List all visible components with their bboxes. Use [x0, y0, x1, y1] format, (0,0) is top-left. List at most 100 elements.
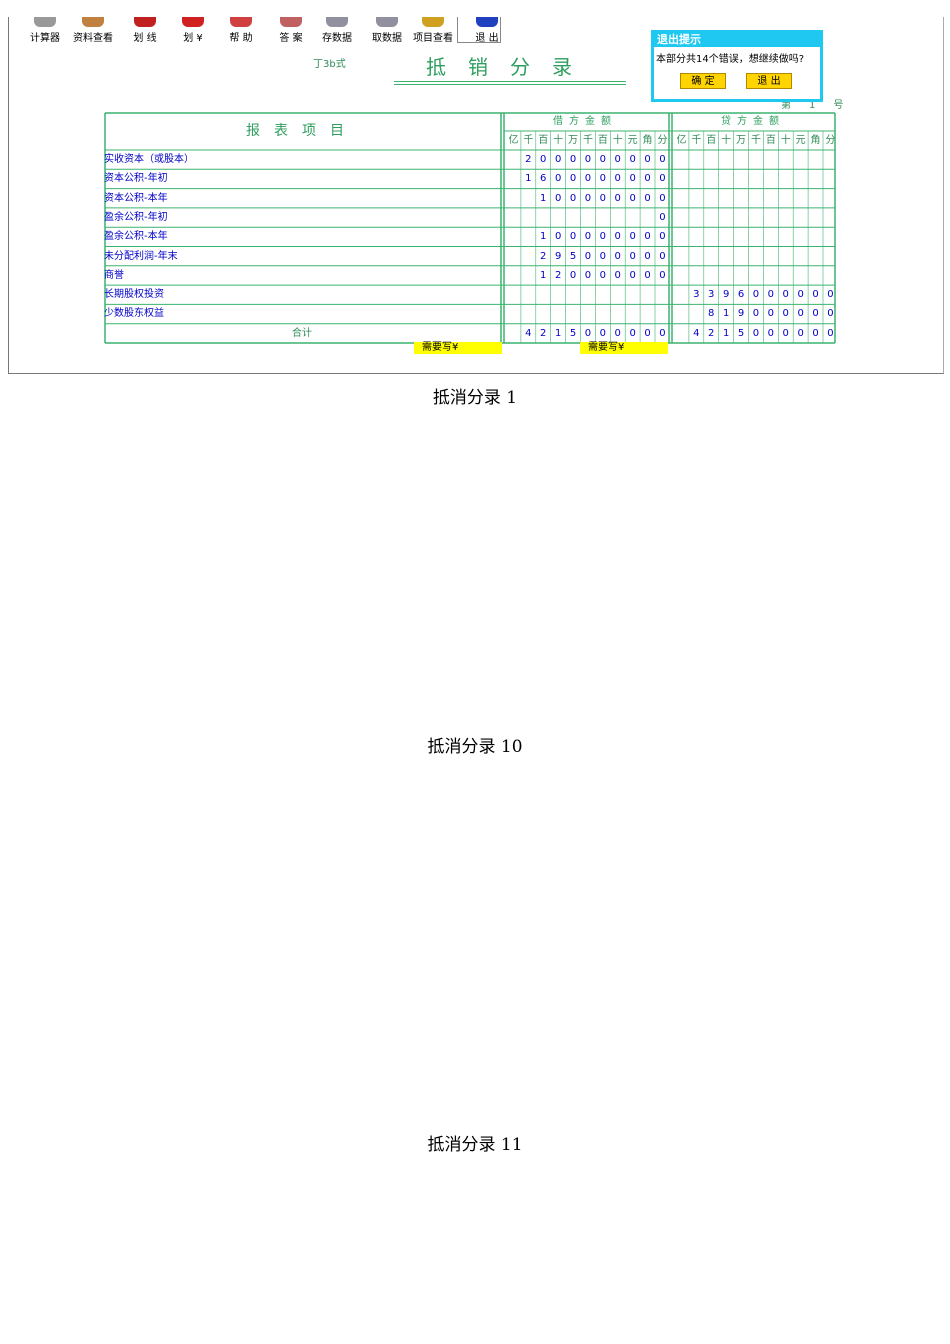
total-debit-digit[interactable]: 2 [536, 325, 551, 342]
total-credit-digit[interactable]: 0 [793, 325, 808, 342]
total-credit-digit[interactable]: 0 [808, 325, 823, 342]
credit-digit-cell[interactable]: 0 [823, 286, 838, 303]
debit-digit-cell[interactable]: 0 [566, 170, 581, 187]
toolbar-project-view-button[interactable]: 项目查看 [409, 17, 457, 47]
debit-digit-cell[interactable]: 2 [551, 267, 566, 284]
debit-digit-cell[interactable]: 0 [625, 228, 640, 245]
credit-digit-cell[interactable]: 0 [823, 305, 838, 322]
toolbar-save-computer-button[interactable]: 存数据 [313, 17, 361, 47]
debit-digit-cell[interactable]: 0 [581, 228, 596, 245]
debit-digit-cell[interactable]: 0 [566, 190, 581, 207]
exit-button[interactable]: 退 出 [746, 73, 792, 89]
debit-digit-cell[interactable]: 0 [581, 248, 596, 265]
toolbar-load-computer-button[interactable]: 取数据 [363, 17, 411, 47]
debit-digit-cell[interactable]: 0 [640, 151, 655, 168]
debit-digit-cell[interactable]: 1 [536, 190, 551, 207]
total-credit-digit[interactable]: 4 [689, 325, 704, 342]
debit-digit-cell[interactable]: 0 [595, 248, 610, 265]
debit-digit-cell[interactable]: 0 [551, 190, 566, 207]
toolbar-calculator-button[interactable]: 计算器 [21, 17, 69, 47]
credit-digit-cell[interactable]: 0 [749, 286, 764, 303]
debit-digit-cell[interactable]: 0 [625, 190, 640, 207]
toolbar-pen-line-button[interactable]: 划 线 [121, 17, 169, 47]
debit-digit-cell[interactable]: 0 [566, 267, 581, 284]
debit-digit-cell[interactable]: 1 [521, 170, 536, 187]
total-credit-digit[interactable]: 0 [823, 325, 838, 342]
debit-digit-cell[interactable]: 0 [655, 151, 670, 168]
debit-digit-cell[interactable]: 0 [625, 267, 640, 284]
debit-digit-cell[interactable]: 0 [595, 228, 610, 245]
debit-digit-cell[interactable]: 0 [566, 228, 581, 245]
debit-digit-cell[interactable]: 0 [655, 170, 670, 187]
debit-digit-cell[interactable]: 0 [640, 170, 655, 187]
debit-digit-cell[interactable]: 0 [655, 228, 670, 245]
debit-digit-cell[interactable]: 2 [536, 248, 551, 265]
toolbar-answer-book-button[interactable]: 答 案 [267, 17, 315, 47]
total-debit-digit[interactable]: 0 [595, 325, 610, 342]
debit-digit-cell[interactable]: 0 [640, 248, 655, 265]
debit-digit-cell[interactable]: 0 [581, 190, 596, 207]
total-credit-digit[interactable]: 1 [719, 325, 734, 342]
total-credit-digit[interactable]: 0 [778, 325, 793, 342]
total-credit-digit[interactable]: 5 [734, 325, 749, 342]
debit-digit-cell[interactable]: 0 [640, 228, 655, 245]
debit-digit-cell[interactable]: 0 [551, 170, 566, 187]
debit-digit-cell[interactable]: 0 [610, 151, 625, 168]
debit-digit-cell[interactable]: 0 [655, 267, 670, 284]
debit-digit-cell[interactable]: 0 [625, 248, 640, 265]
debit-digit-cell[interactable]: 2 [521, 151, 536, 168]
debit-digit-cell[interactable]: 0 [536, 151, 551, 168]
total-debit-digit[interactable]: 5 [566, 325, 581, 342]
debit-digit-cell[interactable]: 0 [595, 151, 610, 168]
total-debit-digit[interactable]: 0 [655, 325, 670, 342]
debit-digit-cell[interactable]: 0 [610, 248, 625, 265]
debit-digit-cell[interactable]: 0 [610, 228, 625, 245]
debit-digit-cell[interactable]: 0 [625, 170, 640, 187]
debit-digit-cell[interactable]: 0 [655, 190, 670, 207]
debit-digit-cell[interactable]: 9 [551, 248, 566, 265]
credit-digit-cell[interactable]: 0 [749, 305, 764, 322]
debit-digit-cell[interactable]: 0 [581, 267, 596, 284]
debit-digit-cell[interactable]: 0 [595, 190, 610, 207]
debit-digit-cell[interactable]: 0 [610, 170, 625, 187]
total-debit-digit[interactable]: 1 [551, 325, 566, 342]
debit-digit-cell[interactable]: 1 [536, 228, 551, 245]
credit-digit-cell[interactable]: 0 [763, 286, 778, 303]
credit-digit-cell[interactable]: 9 [734, 305, 749, 322]
debit-digit-cell[interactable]: 0 [625, 151, 640, 168]
credit-digit-cell[interactable]: 9 [719, 286, 734, 303]
credit-digit-cell[interactable]: 0 [778, 305, 793, 322]
credit-digit-cell[interactable]: 3 [704, 286, 719, 303]
debit-digit-cell[interactable]: 0 [655, 209, 670, 226]
total-debit-digit[interactable]: 0 [610, 325, 625, 342]
debit-digit-cell[interactable]: 0 [595, 267, 610, 284]
debit-digit-cell[interactable]: 5 [566, 248, 581, 265]
debit-digit-cell[interactable]: 0 [581, 151, 596, 168]
credit-digit-cell[interactable]: 0 [793, 305, 808, 322]
debit-digit-cell[interactable]: 0 [581, 170, 596, 187]
total-debit-digit[interactable]: 0 [640, 325, 655, 342]
total-debit-digit[interactable]: 0 [581, 325, 596, 342]
credit-digit-cell[interactable]: 0 [763, 305, 778, 322]
debit-digit-cell[interactable]: 0 [655, 248, 670, 265]
credit-digit-cell[interactable]: 8 [704, 305, 719, 322]
total-debit-digit[interactable]: 0 [625, 325, 640, 342]
credit-digit-cell[interactable]: 1 [719, 305, 734, 322]
debit-digit-cell[interactable]: 0 [610, 190, 625, 207]
debit-digit-cell[interactable]: 1 [536, 267, 551, 284]
credit-digit-cell[interactable]: 0 [808, 286, 823, 303]
toolbar-document-view-button[interactable]: 资料查看 [69, 17, 117, 47]
debit-digit-cell[interactable]: 0 [566, 151, 581, 168]
debit-digit-cell[interactable]: 6 [536, 170, 551, 187]
total-credit-digit[interactable]: 0 [763, 325, 778, 342]
credit-digit-cell[interactable]: 3 [689, 286, 704, 303]
debit-digit-cell[interactable]: 0 [610, 267, 625, 284]
total-credit-digit[interactable]: 2 [704, 325, 719, 342]
credit-digit-cell[interactable]: 0 [808, 305, 823, 322]
credit-digit-cell[interactable]: 6 [734, 286, 749, 303]
credit-digit-cell[interactable]: 0 [793, 286, 808, 303]
debit-digit-cell[interactable]: 0 [595, 170, 610, 187]
total-debit-digit[interactable]: 4 [521, 325, 536, 342]
toolbar-help-button[interactable]: 帮 助 [217, 17, 265, 47]
total-credit-digit[interactable]: 0 [749, 325, 764, 342]
